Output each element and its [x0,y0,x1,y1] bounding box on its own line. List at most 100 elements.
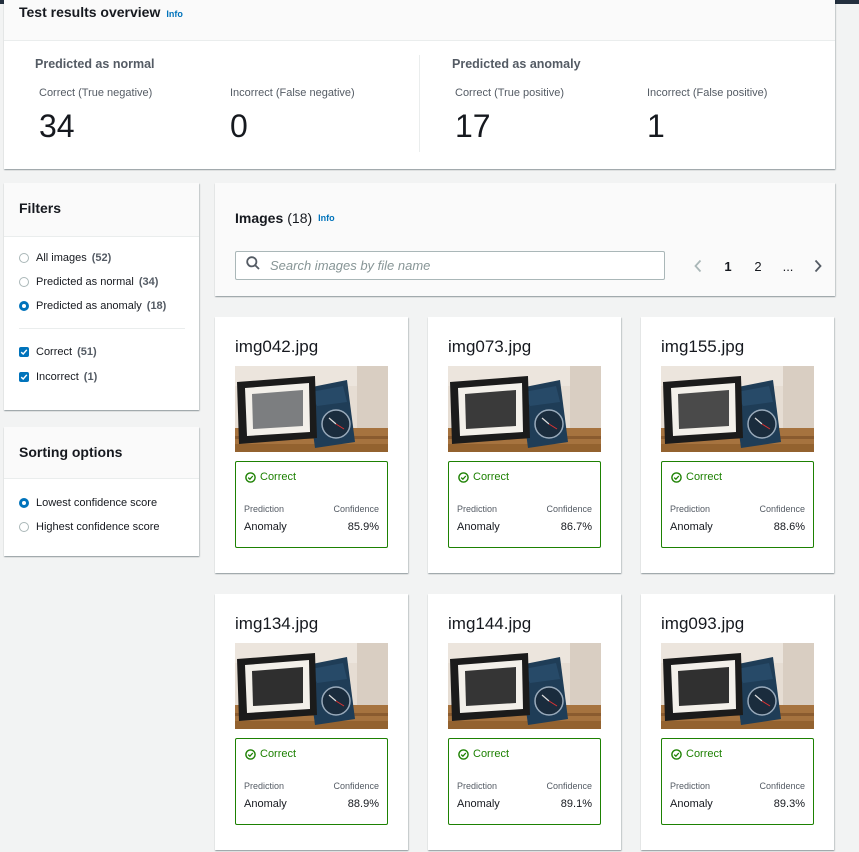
radio-icon[interactable] [19,277,29,287]
check-circle-icon [458,748,469,760]
next-page-button[interactable] [803,256,833,276]
image-card[interactable]: img155.jpg Correct Prediction Confidence… [641,317,834,573]
filter-incorrect[interactable]: Incorrect (1) [19,371,97,383]
images-title: Images (18) Info [235,210,335,226]
image-card[interactable]: img093.jpg Correct Prediction Confidence… [641,594,834,850]
filter-incorrect-count: (1) [83,371,98,383]
prediction-label: Prediction [457,781,498,791]
filter-correct[interactable]: Correct (51) [19,346,97,358]
checkbox-checked-icon[interactable] [19,347,29,357]
prediction-result-box: Correct Prediction Confidence Anomaly 89… [661,738,814,825]
overview-info-link[interactable]: Info [166,9,183,19]
predicted-anomaly-title: Predicted as anomaly [452,57,581,71]
result-status-text: Correct [686,471,723,483]
false-negative-value: 0 [230,108,248,144]
result-status-text: Correct [473,748,510,760]
image-thumbnail[interactable] [235,366,388,452]
prediction-result-box: Correct Prediction Confidence Anomaly 88… [661,461,814,548]
result-status-text: Correct [260,471,297,483]
true-positive-metric: Correct (True positive) 17 [455,87,564,145]
true-positive-value: 17 [455,108,491,144]
filter-predicted-normal[interactable]: Predicted as normal (34) [19,276,158,288]
true-positive-label: Correct (True positive) [455,87,565,99]
overview-title: Test results overview [19,4,161,20]
filter-predicted-anomaly-count: (18) [146,300,167,312]
check-circle-icon [245,471,256,483]
prediction-label: Prediction [457,504,498,514]
radio-selected-icon[interactable] [19,301,29,311]
prediction-label: Prediction [244,781,285,791]
sorting-title: Sorting options [19,444,123,460]
filters-header: Filters [4,183,199,237]
prediction-value: Anomaly [457,521,500,533]
sort-lowest-label: Lowest confidence score [36,497,158,509]
image-card[interactable]: img042.jpg Correct Prediction Confidence… [215,317,408,573]
true-negative-value: 34 [39,108,75,144]
filter-predicted-anomaly-label: Predicted as anomaly [36,300,142,312]
check-circle-icon [245,748,256,760]
images-header-panel: Images (18) Info 1 2 ... [215,183,835,296]
prediction-result-box: Correct Prediction Confidence Anomaly 85… [235,461,388,548]
true-negative-metric: Correct (True negative) 34 [39,87,152,145]
result-status: Correct [245,748,296,760]
check-circle-icon [671,748,682,760]
confidence-value: 86.7% [560,521,592,533]
image-thumbnail[interactable] [448,643,601,729]
filter-predicted-normal-count: (34) [138,276,159,288]
radio-icon[interactable] [19,522,29,532]
image-thumbnail[interactable] [661,643,814,729]
false-positive-metric: Incorrect (False positive) 1 [647,87,767,145]
result-status: Correct [458,748,509,760]
filter-all-images[interactable]: All images (52) [19,252,111,264]
search-box[interactable] [235,251,665,280]
false-negative-label: Incorrect (False negative) [230,87,355,99]
filter-predicted-normal-label: Predicted as normal [36,276,134,288]
sort-lowest-confidence[interactable]: Lowest confidence score [19,497,157,509]
image-thumbnail[interactable] [448,366,601,452]
result-status-text: Correct [686,748,723,760]
result-status-text: Correct [473,471,510,483]
result-status: Correct [245,471,296,483]
filters-panel: Filters All images (52) Predicted as nor… [4,183,199,410]
page-1-button[interactable]: 1 [713,259,743,274]
image-card[interactable]: img073.jpg Correct Prediction Confidence… [428,317,621,573]
chevron-left-icon [694,259,702,273]
radio-icon[interactable] [19,253,29,263]
image-file-name: img134.jpg [235,614,319,633]
image-thumbnail[interactable] [661,366,814,452]
predicted-anomaly-group: Predicted as anomaly [452,57,581,71]
check-circle-icon [671,471,682,483]
filter-predicted-anomaly[interactable]: Predicted as anomaly (18) [19,300,166,312]
filters-title: Filters [19,200,62,216]
chevron-right-icon [814,259,822,273]
result-status: Correct [671,471,722,483]
false-positive-value: 1 [647,108,665,144]
sort-highest-confidence[interactable]: Highest confidence score [19,521,160,533]
images-info-link[interactable]: Info [318,213,335,223]
confidence-value: 89.3% [773,798,805,810]
filters-divider [19,328,185,329]
image-card[interactable]: img144.jpg Correct Prediction Confidence… [428,594,621,850]
images-count: (18) [287,210,313,226]
true-negative-label: Correct (True negative) [39,87,153,99]
filter-correct-label: Correct [36,346,73,358]
search-input[interactable] [270,258,650,273]
false-negative-metric: Incorrect (False negative) 0 [230,87,355,145]
image-file-name: img042.jpg [235,337,319,356]
prediction-label: Prediction [670,504,711,514]
page-2-button[interactable]: 2 [743,259,773,274]
result-status: Correct [671,748,722,760]
checkbox-checked-icon[interactable] [19,372,29,382]
page-ellipsis: ... [782,258,794,274]
prediction-value: Anomaly [244,521,287,533]
confidence-value: 89.1% [560,798,592,810]
prediction-label: Prediction [244,504,285,514]
result-status: Correct [458,471,509,483]
radio-selected-icon[interactable] [19,498,29,508]
sorting-panel: Sorting options Lowest confidence score … [4,427,199,556]
image-thumbnail[interactable] [235,643,388,729]
image-card[interactable]: img134.jpg Correct Prediction Confidence… [215,594,408,850]
predicted-normal-group: Predicted as normal [35,57,155,71]
previous-page-button[interactable] [683,256,713,276]
image-file-name: img144.jpg [448,614,532,633]
